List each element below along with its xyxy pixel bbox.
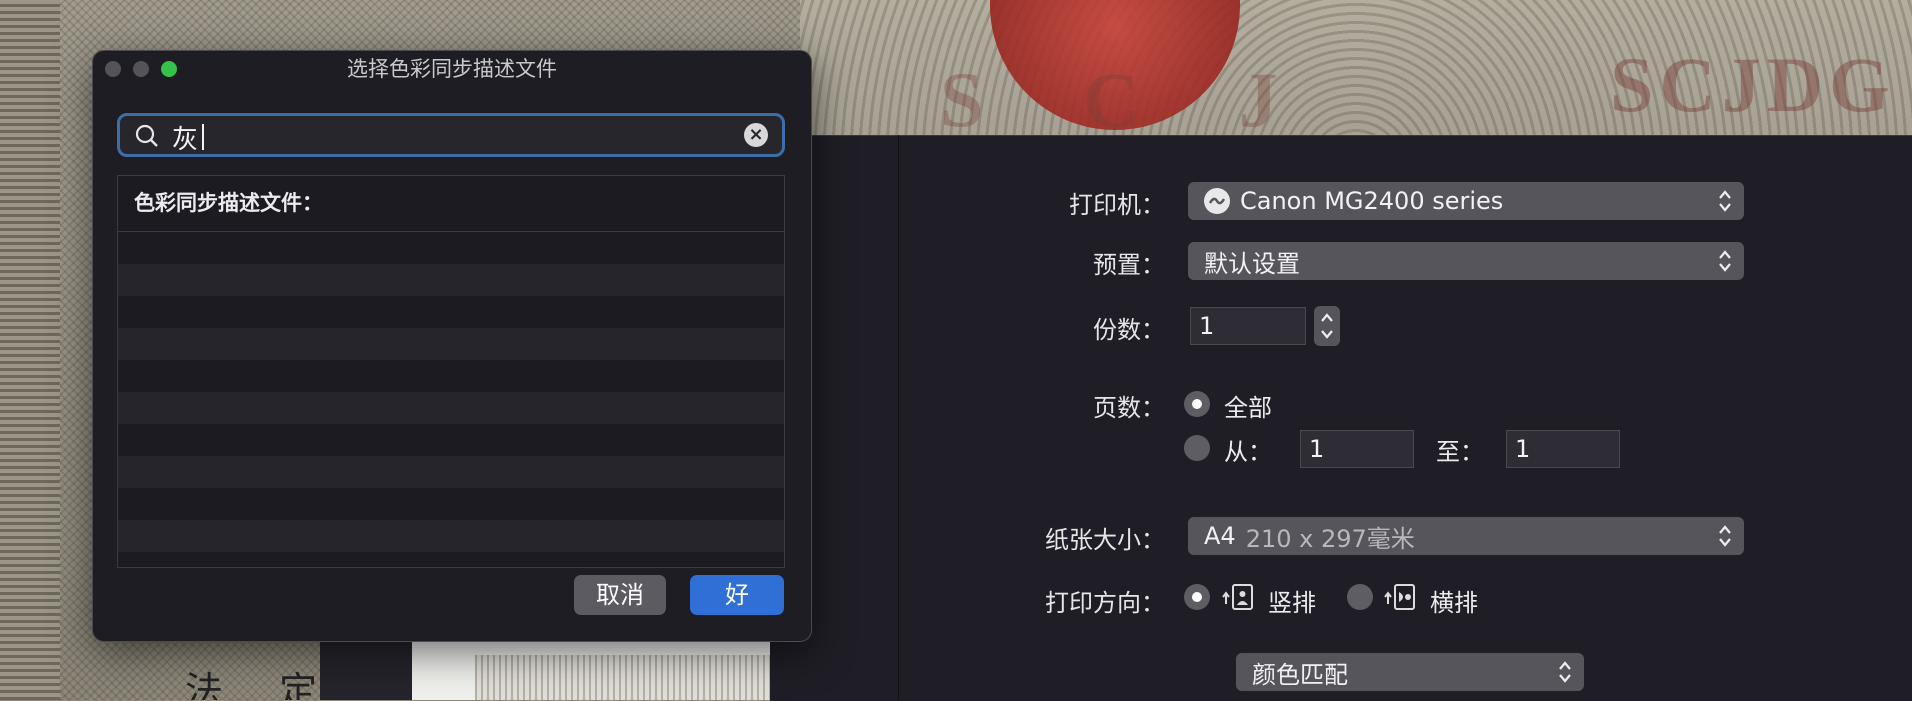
paper-size-value: A4 [1204,522,1236,550]
search-field[interactable]: 灰 × [117,113,785,157]
list-item [118,520,784,552]
colorsync-profile-dialog: 选择色彩同步描述文件 灰 × 色彩同步描述文件： 取消 好 [92,50,812,642]
paper-size-popup[interactable]: A4 210 x 297毫米 [1188,517,1744,555]
search-input[interactable]: 灰 [172,119,198,156]
chevron-updown-icon [1719,525,1731,547]
cancel-button[interactable]: 取消 [574,575,666,615]
pages-to-field[interactable]: 1 [1506,430,1620,468]
preset-popup[interactable]: 默认设置 [1188,242,1744,280]
pages-to-label: 至： [1436,438,1484,466]
copies-field[interactable]: 1 [1190,307,1306,345]
color-matching-value: 颜色匹配 [1252,660,1348,689]
list-item [118,392,784,424]
dialog-titlebar: 选择色彩同步描述文件 [93,51,811,87]
portrait-icon [1222,584,1253,610]
color-matching-popup[interactable]: 颜色匹配 [1236,653,1584,691]
certificate-border [0,0,60,700]
chevron-updown-icon [1559,661,1571,683]
list-item [118,456,784,488]
landscape-label: 横排 [1430,589,1478,617]
watermark-letters-left: S C J [940,56,1318,143]
panel-divider [898,135,899,700]
pages-from-label: 从： [1224,438,1272,466]
printer-popup[interactable]: Canon MG2400 series [1188,182,1744,220]
landscape-icon [1384,584,1415,610]
dialog-title: 选择色彩同步描述文件 [347,57,557,81]
paper-size-label: 纸张大小： [1045,526,1165,554]
chevron-updown-icon [1719,250,1731,272]
clear-search-icon[interactable]: × [744,123,768,147]
profile-list[interactable]: 色彩同步描述文件： [117,175,785,568]
pages-from-field[interactable]: 1 [1300,430,1414,468]
copies-stepper[interactable] [1314,306,1340,346]
list-item [118,360,784,392]
portrait-radio[interactable] [1184,584,1210,610]
list-item [118,232,784,264]
printer-status-icon [1204,188,1230,214]
list-item [118,328,784,360]
pages-all-radio[interactable] [1184,391,1210,417]
text-caret [202,124,204,150]
preview-document-content [475,655,775,700]
list-item [118,424,784,456]
ok-button[interactable]: 好 [690,575,784,615]
orientation-label: 打印方向： [1045,589,1165,617]
printer-value: Canon MG2400 series [1240,187,1504,215]
landscape-radio[interactable] [1347,584,1373,610]
preset-value: 默认设置 [1204,249,1300,278]
pages-from-radio[interactable] [1184,435,1210,461]
list-item [118,296,784,328]
list-item [118,264,784,296]
profile-list-header: 色彩同步描述文件： [118,176,784,232]
paper-size-dims: 210 x 297毫米 [1245,524,1415,553]
printer-label: 打印机： [1069,191,1165,219]
chevron-updown-icon [1719,190,1731,212]
list-item [118,488,784,520]
pages-label: 页数： [1093,394,1165,422]
preset-label: 预置： [1093,251,1165,279]
search-icon [135,124,158,147]
copies-label: 份数： [1093,316,1165,344]
watermark-letters-right: SCJDG [1610,41,1896,128]
pages-all-label: 全部 [1224,394,1272,422]
profile-list-rows [118,232,784,552]
portrait-label: 竖排 [1268,589,1316,617]
